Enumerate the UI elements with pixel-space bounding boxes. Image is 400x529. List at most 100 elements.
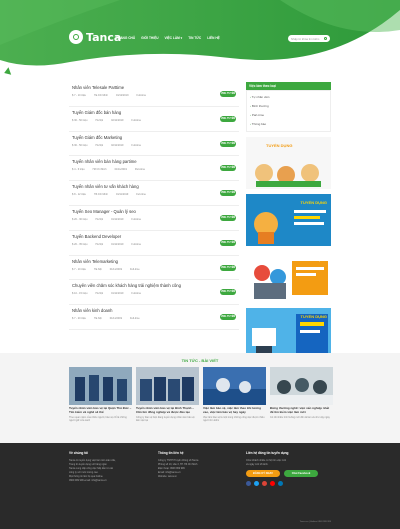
job-row[interactable]: Tuyển Seo Manager - Quản lý seo $ 20 - 30… [69, 206, 239, 231]
nav-about[interactable]: GIỚI THIỆU [141, 36, 158, 40]
nav-contact[interactable]: LIÊN HỆ [207, 36, 220, 40]
job-title[interactable]: Tuyển Backend Developer [72, 234, 121, 239]
job-type: Full-time [131, 242, 142, 246]
job-date: 01/11/2019 [115, 193, 129, 197]
footer-contact-line: Website: tanca.vn [158, 475, 177, 478]
job-date: 01/11/2019 [111, 217, 124, 221]
footer-subscribe-title: Liên hệ đăng tin tuyển dụng [246, 451, 289, 455]
job-date: 02/11/2019 [111, 118, 124, 122]
news-card[interactable]: Tuyển nhân viên bảo vệ tại Quận Thủ Đức … [69, 367, 132, 422]
news-image [69, 367, 132, 405]
youtube-icon[interactable] [270, 481, 275, 486]
apply-button[interactable]: ỨNG TUYỂN [220, 314, 236, 321]
sidebar: Việc làm theo loại Tự nhân viên Bình thư… [246, 82, 331, 360]
job-salary: $ 4 - 6 triệu [72, 168, 85, 172]
job-row[interactable]: Nhân viên Telesale Parttime $ 7 - 10 triệ… [69, 82, 239, 107]
job-type: Part-time [134, 168, 146, 172]
sidebar-item[interactable]: Tự nhân viên [250, 93, 327, 102]
job-row[interactable]: Tuyển Giám đốc Marketing $ 30 - 50 triệu H… [69, 132, 239, 157]
job-title[interactable]: Tuyển Giám đốc Marketing [72, 135, 122, 140]
news-card-title[interactable]: Tuyển nhân viên bảo vệ tại Quận Thủ Đức … [69, 406, 132, 415]
job-title[interactable]: Tuyển Seo Manager - Quản lý seo [72, 209, 136, 214]
job-meta: $ 20 - 35 triệu Hà Nội 01/11/2019 Full-time [72, 243, 141, 246]
job-type: Full-time [131, 217, 142, 221]
sidebar-item[interactable]: Bình thường [250, 102, 327, 111]
banner-recruitment-3[interactable]: TUYỂN DỤNG [246, 251, 331, 303]
banner-recruitment-2[interactable]: TUYỂN DỤNG [246, 194, 331, 246]
job-salary: $ 20 - 35 triệu [72, 242, 88, 246]
apply-button[interactable]: ỨNG TUYỂN [220, 239, 236, 246]
job-row[interactable]: Nhân viên Telemarketing $ 7 - 10 triệu Hà … [69, 256, 239, 281]
register-button[interactable]: ĐĂNG KÝ NGAY [246, 470, 280, 477]
job-meta: $ 10 - 15 triệu Hà Nội 01/11/2019 Full-time [72, 292, 141, 295]
job-title[interactable]: Nhân viên Telemarketing [72, 259, 118, 264]
facebook-icon[interactable] [246, 481, 251, 486]
footer-subscribe-line: và ngày mới tốt lành. [246, 463, 269, 466]
news-card-title[interactable]: Đừng thường nghề: việc vấn nghiệp nhất đ… [270, 406, 333, 415]
job-title[interactable]: Nhân viên kinh doanh [72, 308, 113, 313]
news-cards: Tuyển nhân viên bảo vệ tại Quận Thủ Đức … [69, 367, 333, 422]
job-row[interactable]: Tuyển nhân viên bán hàng partime $ 4 - 6 … [69, 156, 239, 182]
news-card[interactable]: Đừng thường nghề: việc vấn nghiệp nhất đ… [270, 367, 333, 422]
job-type: Full-time [136, 94, 147, 97]
apply-button[interactable]: ỨNG TUYỂN [220, 115, 236, 122]
apply-button[interactable]: ỨNG TUYỂN [220, 91, 236, 97]
job-row[interactable]: Tuyển Backend Developer $ 20 - 35 triệu Hà… [69, 231, 239, 256]
apply-button[interactable]: ỨNG TUYỂN [220, 264, 236, 271]
news-title: TIN TỨC - BÀI VIẾT [181, 358, 219, 363]
search-icon[interactable] [322, 35, 329, 42]
apply-button[interactable]: ỨNG TUYỂN [220, 190, 236, 197]
job-location: Hà Nội [95, 217, 104, 221]
job-date: 01/11/2019 [109, 317, 123, 321]
job-salary: $ 8 - 12 triệu [72, 193, 87, 197]
sidebar-item[interactable]: Thông báo [250, 120, 327, 129]
news-image [270, 367, 333, 405]
job-date: 01/11/2019 [111, 242, 124, 246]
sidebar-item[interactable]: Part-time [250, 111, 327, 120]
banner-title: TUYỂN DỤNG [300, 257, 327, 262]
job-location: Hồ Chí Minh [94, 193, 108, 197]
job-row[interactable]: Tuyển Giám đốc bán hàng $ 30 - 50 triệu Hà… [69, 107, 239, 132]
job-location: Hà Chí Minh [94, 94, 108, 97]
nav-home[interactable]: TRANG CHỦ [116, 36, 135, 40]
job-meta: $ 30 - 50 triệu Hà Nội 02/11/2019 Full-time [72, 144, 141, 147]
job-title[interactable]: Nhân viên Telesale Parttime [72, 85, 124, 90]
job-type: Full-time [131, 292, 142, 296]
job-salary: $ 30 - 50 triệu [72, 143, 88, 147]
footer-contact-title: Thông tin liên hệ [158, 451, 184, 455]
job-title[interactable]: Tuyển nhân viên bán hàng partime [72, 159, 137, 164]
chat-facebook-button[interactable]: Chat Facebook [284, 470, 318, 477]
job-date: 01/11/2019 [114, 168, 127, 172]
job-row[interactable]: Tuyển nhân viên tư vấn khách hàng $ 8 - 1… [69, 181, 239, 206]
job-title[interactable]: Tuyển Giám đốc bán hàng [72, 110, 121, 115]
news-card-title[interactable]: Việc làm bảo vệ, việc làm theo khi lương… [203, 406, 266, 415]
job-row[interactable]: Nhân viên kinh doanh $ 7 - 20 triệu Hà Nội… [69, 305, 239, 330]
job-location: Hà Nội [95, 292, 104, 296]
news-card[interactable]: Tuyển nhân viên bảo vệ tại Bình Thạnh – … [136, 367, 199, 422]
job-title[interactable]: Chuyên viên chăm sóc khách hàng trải ngh… [72, 283, 181, 288]
job-location: Hà Nội [95, 118, 104, 122]
hero-header: Tanca TRANG CHỦ GIỚI THIỆU VIỆC LÀM ▾ TI… [0, 0, 400, 72]
logo[interactable]: Tanca [69, 30, 121, 44]
job-meta: $ 7 - 10 triệu Hà Nội 01/11/2019 Full-time [72, 268, 140, 271]
news-card[interactable]: Việc làm bảo vệ, việc làm theo khi lương… [203, 367, 266, 422]
news-card-title[interactable]: Tuyển nhân viên bảo vệ tại Bình Thạnh – … [136, 406, 199, 415]
job-meta: $ 8 - 12 triệu Hồ Chí Minh 01/11/2019 Full-… [72, 193, 146, 196]
banner-title: TUYỂN DỤNG [266, 143, 293, 148]
news-image [136, 367, 199, 405]
banner-recruitment-1[interactable]: TUYỂN DỤNG [246, 137, 331, 189]
job-title[interactable]: Tuyển nhân viên tư vấn khách hàng [72, 184, 139, 189]
nav-jobs[interactable]: VIỆC LÀM ▾ [165, 36, 183, 40]
linkedin-icon[interactable] [278, 481, 283, 486]
job-row[interactable]: Chuyên viên chăm sóc khách hàng trải ngh… [69, 280, 239, 306]
news-card-desc: Công ty bảo vệ hiện đang tuyển dụng nhân… [136, 415, 195, 422]
apply-button[interactable]: ỨNG TUYỂN [220, 165, 236, 172]
footer-subscribe: Liên hệ đăng tin tuyển dụng Chúc khách n… [246, 451, 318, 486]
apply-button[interactable]: ỨNG TUYỂN [220, 289, 236, 296]
apply-button[interactable]: ỨNG TUYỂN [220, 140, 236, 147]
apply-button[interactable]: ỨNG TUYỂN [220, 214, 236, 221]
google-plus-icon[interactable] [262, 481, 267, 486]
twitter-icon[interactable] [254, 481, 259, 486]
nav-news[interactable]: TIN TỨC [188, 36, 201, 40]
main-nav: TRANG CHỦ GIỚI THIỆU VIỆC LÀM ▾ TIN TỨC … [116, 36, 220, 40]
